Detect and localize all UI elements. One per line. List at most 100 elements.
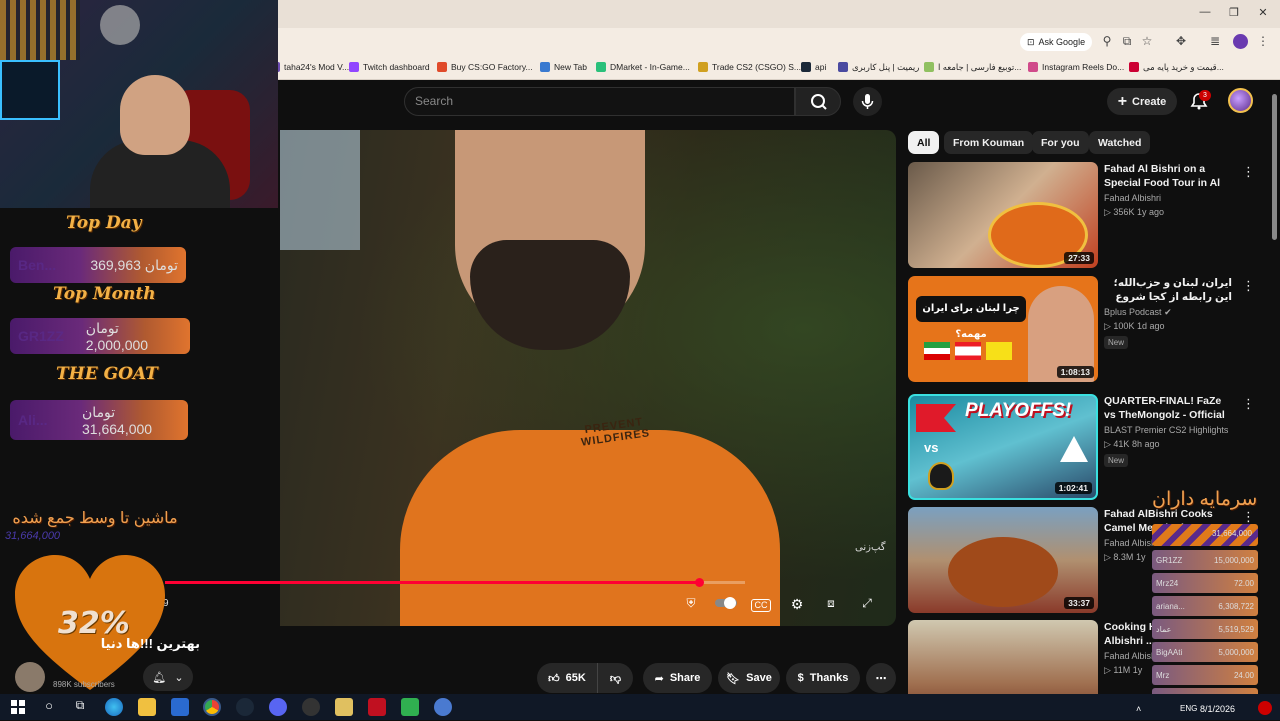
bookmark-item[interactable]: Instagram Reels Do... bbox=[1028, 59, 1124, 75]
bookmark-label: Buy CS:GO Factory... bbox=[451, 62, 533, 72]
language-indicator[interactable]: ENG bbox=[1180, 704, 1197, 713]
subscribe-bell-button[interactable]: 🔔︎ ⌄ bbox=[143, 663, 193, 691]
goal-subtext: 31,664,000 bbox=[5, 530, 61, 542]
save-button[interactable]: 🔖︎ Save bbox=[718, 663, 780, 693]
bookmark-item[interactable]: Trade CS2 (CSGO) S... bbox=[698, 59, 801, 75]
bookmark-label: New Tab bbox=[554, 62, 587, 72]
bookmark-item[interactable]: ریمیت | پنل کاربری bbox=[838, 59, 919, 75]
rec-title[interactable]: ایران، لبنان و حزب‌الله؛ این رابطه از کج… bbox=[1104, 276, 1232, 304]
rec-title[interactable]: Fahad Al Bishri on a Special Food Tour i… bbox=[1104, 162, 1232, 190]
rec-channel[interactable]: BLAST Premier CS2 Highlights bbox=[1104, 425, 1228, 435]
install-app-icon[interactable]: ⧉ bbox=[1118, 34, 1136, 50]
video-title: بهترین !!!‌ها دنیا bbox=[100, 636, 200, 651]
bookmark-item[interactable]: Buy CS:GO Factory... bbox=[437, 59, 533, 75]
rec-thumbnail[interactable]: 33:37 bbox=[908, 507, 1098, 613]
thanks-button[interactable]: $ Thanks bbox=[786, 663, 860, 693]
task-view-icon[interactable]: ⧉ bbox=[71, 698, 89, 716]
rec-more-icon[interactable]: ⋮ bbox=[1242, 509, 1255, 525]
shield-icon[interactable]: ⛨ bbox=[681, 596, 701, 614]
windows-start-icon[interactable] bbox=[9, 698, 27, 716]
create-button[interactable]: + Create bbox=[1107, 88, 1177, 115]
bookmark-item[interactable]: New Tab bbox=[540, 59, 587, 75]
extensions-icon[interactable]: ✥ bbox=[1172, 34, 1190, 50]
rec-thumbnail[interactable] bbox=[908, 620, 1098, 694]
rec-thumbnail[interactable]: PLAYOFFS! vs 1:02:41 bbox=[908, 394, 1098, 500]
bookmark-favicon-icon bbox=[540, 62, 550, 72]
search-button[interactable] bbox=[795, 87, 841, 116]
account-avatar[interactable] bbox=[1228, 88, 1253, 113]
more-actions-button[interactable]: ⋯ bbox=[866, 663, 896, 693]
rec-title[interactable]: QUARTER-FINAL! FaZe vs TheMongolz - Offi… bbox=[1104, 394, 1232, 422]
bookmark-favicon-icon bbox=[1028, 62, 1038, 72]
like-count: 65K bbox=[565, 672, 586, 684]
background-window bbox=[280, 130, 360, 250]
bookmark-item[interactable]: توبیع فارسی | جامعه ا... bbox=[924, 59, 1021, 75]
close-icon[interactable]: ✕ bbox=[1254, 6, 1272, 22]
app-icon[interactable] bbox=[434, 698, 452, 716]
rec-thumbnail[interactable]: 27:33 bbox=[908, 162, 1098, 268]
progress-scrubber[interactable] bbox=[694, 578, 704, 587]
voice-search-button[interactable] bbox=[853, 87, 882, 116]
rec-thumbnail[interactable]: چرا لبنان برای ایران مهمه؟ 1:08:13 bbox=[908, 276, 1098, 382]
bookmark-item[interactable]: taha24's Mod V... bbox=[270, 59, 349, 75]
dislike-button[interactable]: 👎︎ bbox=[597, 663, 633, 693]
profile-avatar[interactable] bbox=[1233, 34, 1248, 49]
donor-amount: 31,664,000 bbox=[1211, 529, 1252, 538]
rec-channel[interactable]: Bplus Podcast ✔ bbox=[1104, 307, 1172, 318]
streamer-webcam bbox=[0, 0, 278, 208]
bookmark-item[interactable]: Twitch dashboard bbox=[349, 59, 430, 75]
app-icon[interactable] bbox=[335, 698, 353, 716]
rec-meta: ▷ 100K 1d ago bbox=[1104, 321, 1165, 331]
reading-list-icon[interactable]: ≣ bbox=[1206, 34, 1224, 50]
video-player[interactable]: PREVENT WILDFIRES گپ‌زنی bbox=[280, 130, 896, 626]
autoplay-toggle[interactable] bbox=[714, 596, 738, 614]
captions-icon[interactable]: CC bbox=[751, 599, 771, 612]
page-scrollbar[interactable] bbox=[1272, 94, 1277, 240]
search-input[interactable]: Search bbox=[404, 87, 795, 116]
chip-from-channel[interactable]: From Kouman bbox=[944, 131, 1034, 154]
clock-date[interactable]: 8/1/2026 bbox=[1200, 704, 1235, 714]
app-icon[interactable] bbox=[401, 698, 419, 716]
share-button[interactable]: ➦ Share bbox=[643, 663, 712, 693]
rec-item[interactable]: PLAYOFFS! vs 1:02:41 QUARTER-FINAL! FaZe… bbox=[908, 394, 1258, 500]
rec-item[interactable]: چرا لبنان برای ایران مهمه؟ 1:08:13 ایران… bbox=[908, 276, 1258, 382]
rec-channel[interactable]: Fahad Albishri bbox=[1104, 193, 1161, 203]
bookmark-favicon-icon bbox=[801, 62, 811, 72]
app-icon[interactable] bbox=[368, 698, 386, 716]
obs-icon[interactable] bbox=[302, 698, 320, 716]
bookmark-label: Instagram Reels Do... bbox=[1042, 62, 1125, 72]
rec-item[interactable]: 27:33 Fahad Al Bishri on a Special Food … bbox=[908, 162, 1258, 268]
settings-gear-icon[interactable]: ⚙ bbox=[787, 596, 807, 614]
store-icon[interactable] bbox=[171, 698, 189, 716]
rec-more-icon[interactable]: ⋮ bbox=[1242, 396, 1255, 412]
steam-icon[interactable] bbox=[236, 698, 254, 716]
chip-watched[interactable]: Watched bbox=[1089, 131, 1151, 154]
miniplayer-icon[interactable]: ⧈ bbox=[821, 596, 841, 614]
fullscreen-icon[interactable]: ⤢ bbox=[857, 596, 877, 614]
bookmark-item[interactable]: قیمت و خرید پایه می... bbox=[1129, 59, 1224, 75]
chip-for-you[interactable]: For you bbox=[1032, 131, 1089, 154]
minimize-icon[interactable]: — bbox=[1196, 6, 1214, 22]
bookmark-star-icon[interactable]: ☆ bbox=[1138, 34, 1156, 50]
bookmark-item[interactable]: api bbox=[801, 59, 826, 75]
edge-icon[interactable] bbox=[105, 698, 123, 716]
zoom-icon[interactable]: ⚲ bbox=[1098, 34, 1116, 50]
like-button[interactable]: 👍︎ 65K bbox=[537, 663, 597, 693]
rec-more-icon[interactable]: ⋮ bbox=[1242, 164, 1255, 180]
create-label: Create bbox=[1132, 95, 1167, 108]
restore-icon[interactable]: ❐ bbox=[1225, 6, 1243, 22]
channel-avatar[interactable] bbox=[15, 662, 45, 692]
menu-kebab-icon[interactable]: ⋮ bbox=[1254, 34, 1272, 50]
notification-center-icon[interactable] bbox=[1258, 701, 1272, 715]
discord-icon[interactable] bbox=[269, 698, 287, 716]
streamer-face bbox=[120, 75, 190, 155]
bookmark-item[interactable]: DMarket - In-Game... bbox=[596, 59, 690, 75]
search-taskbar-icon[interactable]: ○ bbox=[40, 698, 58, 716]
chrome-icon[interactable] bbox=[203, 698, 221, 716]
top-day-title: Top Day bbox=[66, 213, 142, 233]
tray-chevron-icon[interactable]: ˄ bbox=[1136, 704, 1141, 714]
file-explorer-icon[interactable] bbox=[138, 698, 156, 716]
rec-more-icon[interactable]: ⋮ bbox=[1242, 278, 1255, 294]
ask-google-button[interactable]: ⊡ Ask Google bbox=[1020, 33, 1093, 51]
chip-all[interactable]: All bbox=[908, 131, 940, 154]
